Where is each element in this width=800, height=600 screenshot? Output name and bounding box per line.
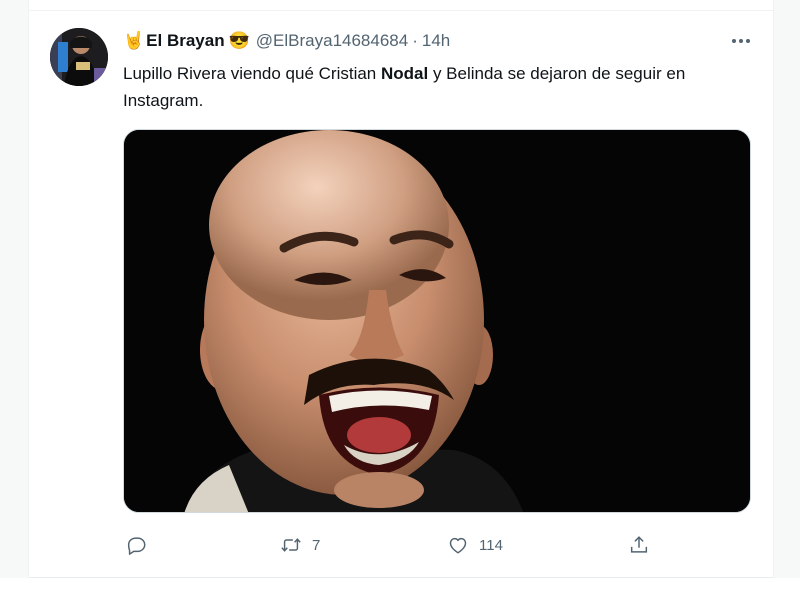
heart-icon [449,537,467,554]
tweet-text-part1: Lupillo Rivera viendo qué Cristian [123,64,381,83]
user-handle[interactable]: @ElBraya14684684 [256,31,408,51]
rock-hand-emoji-icon: 🤘 [123,31,145,50]
tweet-header: 🤘 El Brayan 😎 @ElBraya14684684 · 14h [123,30,450,52]
share-button[interactable] [628,530,650,560]
reply-icon [127,537,146,555]
sunglasses-emoji-icon: 😎 [228,31,250,50]
retweet-icon [281,538,301,552]
tweet-media-image[interactable] [123,129,751,513]
like-button[interactable]: 114 [447,530,503,560]
tweet-timestamp[interactable]: 14h [422,31,450,51]
more-options-button[interactable] [728,31,754,51]
separator-dot: · [412,31,418,50]
reply-button[interactable] [125,530,157,560]
retweet-count: 7 [312,536,321,554]
top-divider [29,10,773,11]
below-area [0,578,800,600]
tweet-text: Lupillo Rivera viendo qué Cristian Nodal… [123,60,743,114]
avatar[interactable] [50,28,108,86]
tweet-actions: 7 114 [0,530,800,560]
share-icon [630,536,648,553]
retweet-button[interactable]: 7 [280,530,320,560]
tweet-text-bold: Nodal [380,64,429,83]
like-count: 114 [479,536,503,554]
ellipsis-icon [732,39,750,43]
display-name[interactable]: El Brayan [146,31,224,51]
